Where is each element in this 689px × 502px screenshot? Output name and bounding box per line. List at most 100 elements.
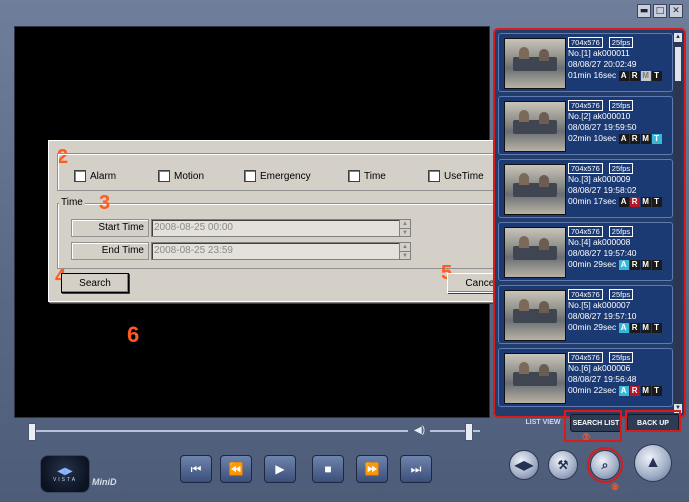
event-flag-m: M — [640, 322, 651, 333]
highlight-search-icon — [587, 447, 623, 483]
checkbox-label: Motion — [174, 170, 205, 182]
event-flag-r: R — [629, 133, 640, 144]
event-flag-t: T — [651, 322, 662, 333]
recording-thumbnail — [504, 164, 566, 215]
fps-badge: 25fps — [608, 226, 634, 237]
annotation-8: ⑧ — [611, 482, 620, 492]
volume-handle[interactable] — [465, 423, 473, 441]
rewind-button[interactable]: ⏪ — [220, 455, 252, 483]
checkbox-box[interactable] — [244, 170, 256, 182]
recording-datetime: 08/08/27 19:56:48 — [568, 374, 637, 384]
search-button[interactable]: Search — [61, 273, 129, 293]
close-button[interactable]: ✕ — [669, 4, 683, 18]
event-flags: ARMT — [618, 385, 662, 396]
recording-list-item[interactable]: 704x576 25fps No.[6] ak000006 08/08/27 19… — [498, 348, 673, 407]
checkbox-box[interactable] — [428, 170, 440, 182]
alarm-checkbox[interactable]: Alarm — [74, 170, 116, 182]
list-scrollbar[interactable]: ▲ ▼ — [674, 33, 682, 413]
highlight-back-up — [625, 410, 681, 432]
recording-datetime: 08/08/27 19:57:10 — [568, 311, 637, 321]
checkbox-box[interactable] — [158, 170, 170, 182]
resolution-badge: 704x576 — [568, 352, 603, 363]
recording-meta: 704x576 25fps No.[5] ak000007 08/08/27 19… — [568, 289, 672, 333]
scroll-up-icon[interactable]: ▲ — [674, 33, 682, 42]
checkbox-box[interactable] — [74, 170, 86, 182]
recording-duration: 00min 22sec — [568, 385, 617, 395]
event-flags: ARMT — [618, 70, 662, 81]
end-time-spinner[interactable]: ▲ ▼ — [399, 242, 411, 260]
usetime-checkbox[interactable]: UseTime — [428, 170, 484, 182]
fps-badge: 25fps — [608, 289, 634, 300]
recording-list-item[interactable]: 704x576 25fps No.[5] ak000007 08/08/27 19… — [498, 285, 673, 344]
checkbox-label: Alarm — [90, 170, 117, 182]
skip-end-button[interactable]: ⏭ — [400, 455, 432, 483]
event-flag-m: M — [640, 133, 651, 144]
recording-id: No.[1] ak000011 — [568, 48, 630, 58]
start-time-field[interactable]: 2008-08-25 00:00 — [151, 219, 409, 237]
event-flags: ARMT — [618, 133, 662, 144]
recording-list-item[interactable]: 704x576 25fps No.[4] ak000008 08/08/27 19… — [498, 222, 673, 281]
recording-list-item[interactable]: 704x576 25fps No.[2] ak000010 08/08/27 19… — [498, 96, 673, 155]
eject-icon: ▲ — [645, 454, 661, 471]
event-flag-a: A — [618, 385, 629, 396]
event-flag-m: M — [640, 196, 651, 207]
recording-duration: 00min 29sec — [568, 259, 617, 269]
maximize-button[interactable]: □ — [653, 4, 667, 18]
resolution-badge: 704x576 — [568, 226, 603, 237]
skip-start-button[interactable]: ⏮ — [180, 455, 212, 483]
recording-datetime: 08/08/27 20:02:49 — [568, 59, 637, 69]
scroll-thumb[interactable] — [675, 47, 681, 81]
split-view-button[interactable]: ◀▶ — [509, 450, 539, 480]
spin-up-icon[interactable]: ▲ — [400, 220, 410, 229]
time-checkbox[interactable]: Time — [348, 170, 386, 182]
event-flag-r: R — [629, 385, 640, 396]
minimize-button[interactable]: ▬ — [637, 4, 651, 18]
spin-up-icon[interactable]: ▲ — [400, 243, 410, 252]
emergency-checkbox[interactable]: Emergency — [244, 170, 311, 182]
recording-list-item[interactable]: 704x576 25fps No.[1] ak000011 08/08/27 20… — [498, 33, 673, 92]
spin-down-icon[interactable]: ▼ — [400, 229, 410, 237]
event-flags: ARMT — [618, 322, 662, 333]
arrows-icon: ◀▶ — [514, 458, 534, 472]
fps-badge: 25fps — [608, 352, 634, 363]
recording-id: No.[2] ak000010 — [568, 111, 631, 121]
end-time-label: End Time — [71, 242, 149, 260]
motion-checkbox[interactable]: Motion — [158, 170, 204, 182]
event-flag-t: T — [651, 196, 662, 207]
recording-meta: 704x576 25fps No.[6] ak000006 08/08/27 19… — [568, 352, 672, 396]
recording-datetime: 08/08/27 19:58:02 — [568, 185, 637, 195]
recording-id: No.[3] ak000009 — [568, 174, 631, 184]
eject-button[interactable]: ▲ — [634, 444, 672, 482]
seek-handle[interactable] — [28, 423, 36, 441]
event-flag-t: T — [651, 259, 662, 270]
seek-track[interactable] — [28, 430, 408, 432]
highlight-search-list — [564, 410, 622, 442]
event-flag-a: A — [618, 259, 629, 270]
play-button[interactable]: ▶ — [264, 455, 296, 483]
event-flags: ARMT — [618, 259, 662, 270]
event-flag-m: M — [640, 70, 651, 81]
checkbox-box[interactable] — [348, 170, 360, 182]
end-time-field[interactable]: 2008-08-25 23:59 — [151, 242, 409, 260]
event-flag-t: T — [651, 133, 662, 144]
annotation-6: 6 — [127, 322, 140, 347]
minid-player-window: ▬ □ ✕ 6 2 Alarm Motion Emergency Time Us… — [0, 0, 689, 502]
checkbox-label: Time — [364, 170, 386, 182]
fps-badge: 25fps — [608, 37, 634, 48]
spin-down-icon[interactable]: ▼ — [400, 252, 410, 260]
tab-list-view[interactable]: LIST VIEW — [518, 414, 568, 430]
fps-badge: 25fps — [608, 100, 634, 111]
tools-button[interactable]: ⚒ — [548, 450, 578, 480]
fast-forward-button[interactable]: ⏩ — [356, 455, 388, 483]
event-flag-a: A — [618, 322, 629, 333]
recording-list-item[interactable]: 704x576 25fps No.[3] ak000009 08/08/27 19… — [498, 159, 673, 218]
event-flag-t: T — [651, 385, 662, 396]
time-group-label: Time — [59, 197, 85, 208]
recording-meta: 704x576 25fps No.[3] ak000009 08/08/27 19… — [568, 163, 672, 207]
stop-button[interactable]: ■ — [312, 455, 344, 483]
recording-thumbnail — [504, 227, 566, 278]
hammer-icon: ⚒ — [557, 458, 569, 472]
search-dialog: 2 Alarm Motion Emergency Time UseTime Ti… — [48, 140, 528, 302]
start-time-spinner[interactable]: ▲ ▼ — [399, 219, 411, 237]
checkbox-label: UseTime — [444, 170, 484, 182]
